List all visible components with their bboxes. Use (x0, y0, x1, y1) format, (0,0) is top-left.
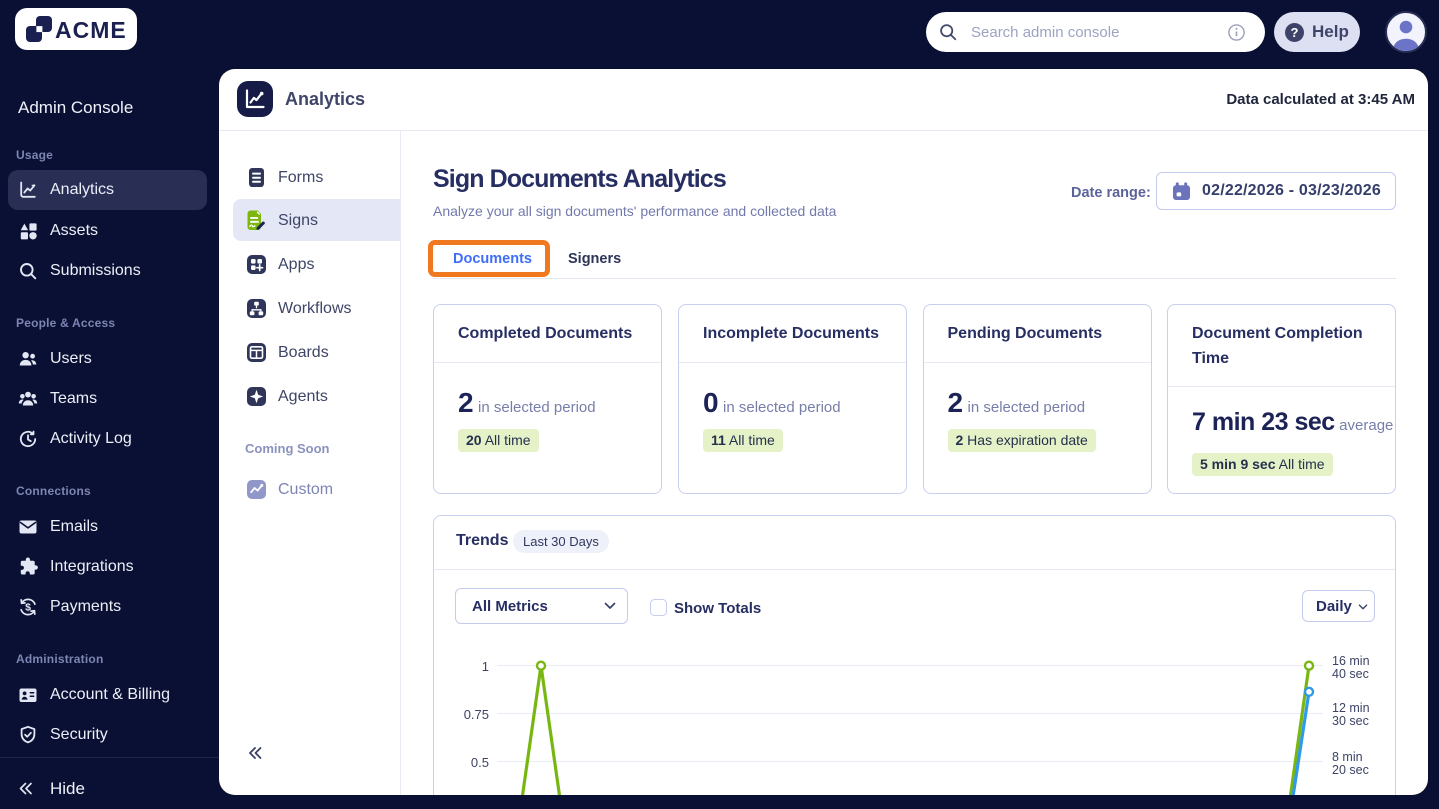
svg-text:$: $ (25, 601, 31, 613)
svg-text:ACME: ACME (55, 17, 127, 43)
